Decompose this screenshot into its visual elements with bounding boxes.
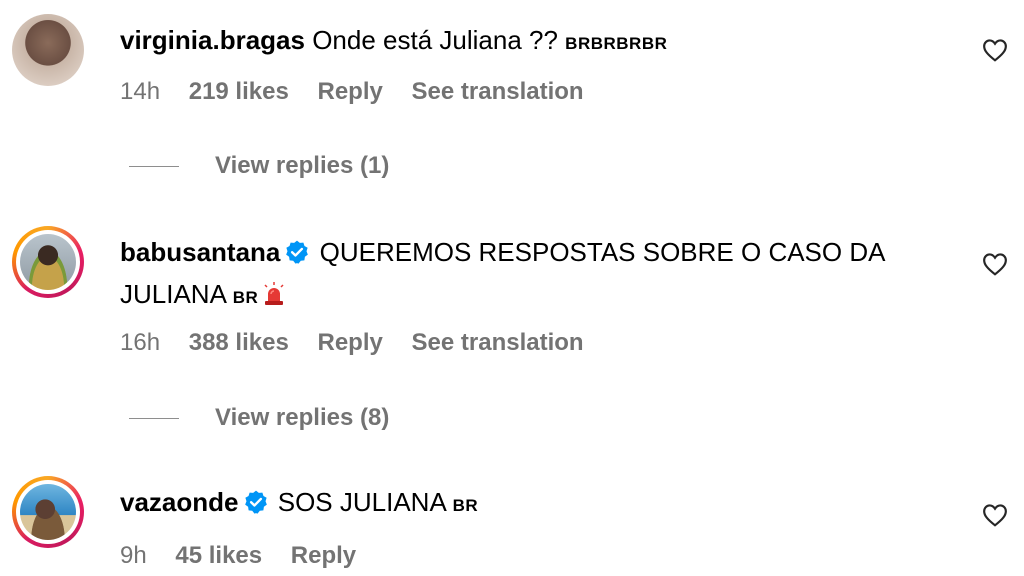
- view-replies-button[interactable]: View replies (8): [129, 404, 389, 432]
- comment-username[interactable]: virginia.bragas: [120, 25, 305, 55]
- comment-username[interactable]: babusantana: [120, 237, 280, 267]
- flag-text: BR: [452, 496, 479, 515]
- comment-likes[interactable]: 45 likes: [175, 542, 262, 569]
- comment-time[interactable]: 16h: [120, 329, 160, 356]
- comment-meta: 9h 45 likes Reply: [120, 542, 378, 570]
- divider: [129, 166, 179, 168]
- heart-icon[interactable]: [982, 38, 1008, 62]
- avatar[interactable]: [12, 476, 84, 548]
- avatar[interactable]: [12, 14, 84, 86]
- heart-icon[interactable]: [982, 503, 1008, 527]
- comment-text-line2: JULIANA: [120, 279, 226, 309]
- view-replies-button[interactable]: View replies (1): [129, 152, 389, 180]
- comment-time[interactable]: 14h: [120, 78, 160, 105]
- comment-text: QUEREMOS RESPOSTAS SOBRE O CASO DA: [319, 237, 886, 267]
- comment-meta: 16h 388 likes Reply See translation: [120, 329, 606, 357]
- reply-button[interactable]: Reply: [317, 78, 382, 105]
- view-replies-label: View replies (8): [215, 404, 390, 431]
- comment-likes[interactable]: 388 likes: [189, 329, 289, 356]
- comment-likes[interactable]: 219 likes: [189, 78, 289, 105]
- heart-icon[interactable]: [982, 252, 1008, 276]
- comment-body: babusantana QUEREMOS RESPOSTAS SOBRE O C…: [120, 230, 885, 274]
- avatar-photo: [20, 234, 76, 290]
- comment-body-line2: JULIANA BR: [120, 272, 286, 320]
- see-translation-button[interactable]: See translation: [412, 78, 584, 105]
- avatar[interactable]: [12, 226, 84, 298]
- reply-button[interactable]: Reply: [291, 542, 356, 569]
- comment-text: Onde está Juliana ??: [312, 25, 558, 55]
- comment-time[interactable]: 9h: [120, 542, 147, 569]
- verified-badge-icon: [286, 240, 309, 264]
- see-translation-button[interactable]: See translation: [412, 329, 584, 356]
- verified-badge-icon: [244, 490, 267, 514]
- comment-username[interactable]: vazaonde: [120, 487, 239, 517]
- divider: [129, 418, 179, 420]
- flag-text: BRBRBRBR: [565, 34, 668, 53]
- avatar-photo: [20, 484, 76, 540]
- reply-button[interactable]: Reply: [317, 329, 382, 356]
- flag-text: BR: [232, 288, 259, 307]
- view-replies-label: View replies (1): [215, 152, 390, 179]
- comment-text: SOS JULIANA: [277, 487, 446, 517]
- comment-body: vazaonde SOS JULIANA BR: [120, 480, 478, 528]
- comment-meta: 14h 219 likes Reply See translation: [120, 78, 606, 106]
- comment-body: virginia.bragas Onde está Juliana ?? BRB…: [120, 18, 667, 66]
- siren-icon: [264, 282, 284, 305]
